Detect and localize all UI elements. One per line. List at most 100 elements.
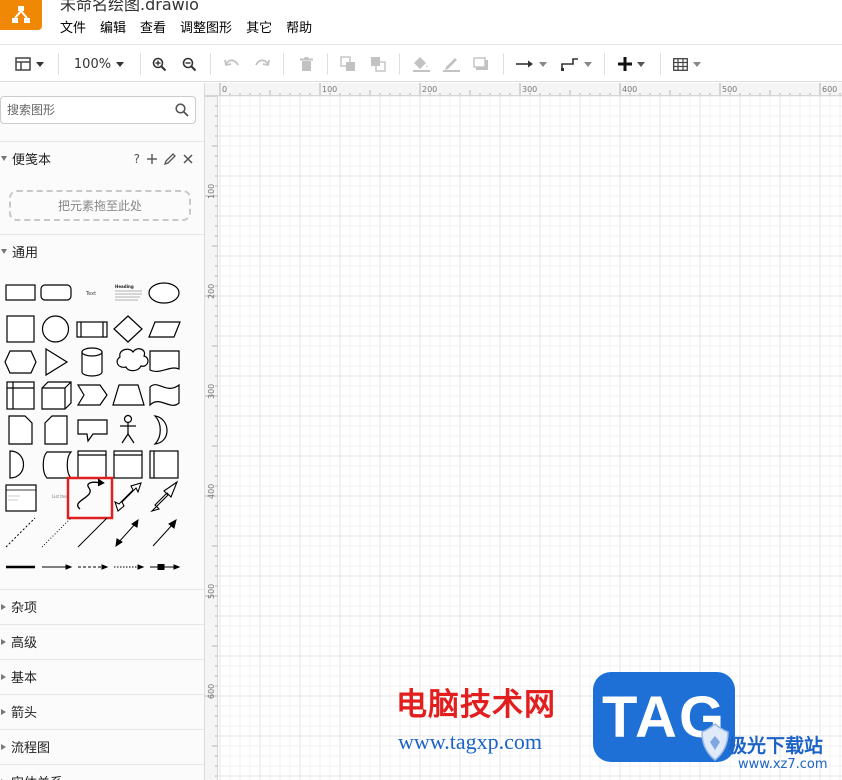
- toolbar: 100%: [0, 44, 842, 82]
- scratchpad-drop-zone[interactable]: 把元素拖至此处: [9, 190, 191, 221]
- ruler-left-label: 600: [207, 684, 216, 699]
- menu-extras[interactable]: 其它: [239, 20, 279, 38]
- shape-container[interactable]: [77, 450, 107, 479]
- section-entity-relation[interactable]: 实体关系: [0, 764, 204, 780]
- shape-text[interactable]: Text: [85, 291, 96, 297]
- drawio-logo[interactable]: [0, 0, 42, 30]
- shape-dashed-line[interactable]: [5, 517, 36, 548]
- shape-swimlane[interactable]: [113, 450, 143, 479]
- shape-card[interactable]: [44, 415, 68, 445]
- delete-button[interactable]: [295, 51, 317, 77]
- redo-button[interactable]: [251, 51, 273, 77]
- section-misc[interactable]: 杂项: [0, 589, 204, 623]
- shape-list[interactable]: [5, 484, 37, 512]
- menu-view[interactable]: 查看: [133, 20, 173, 38]
- shape-rounded-rectangle[interactable]: [40, 284, 72, 301]
- shape-dotted-line[interactable]: [41, 517, 72, 548]
- table-icon: [673, 57, 688, 71]
- insert-dropdown[interactable]: [612, 51, 650, 77]
- add-icon[interactable]: [147, 154, 157, 164]
- shadow-button[interactable]: [470, 51, 492, 77]
- ruler-top-label: 0: [222, 85, 227, 94]
- shape-line[interactable]: [77, 517, 108, 548]
- to-back-button[interactable]: [367, 51, 389, 77]
- shape-cylinder[interactable]: [81, 347, 103, 377]
- menu-help[interactable]: 帮助: [279, 20, 319, 38]
- menu-file[interactable]: 文件: [60, 20, 93, 38]
- shape-diamond[interactable]: [113, 315, 143, 343]
- shape-hexagon[interactable]: [4, 350, 37, 374]
- search-icon[interactable]: [175, 103, 189, 117]
- ruler-horizontal: 0 100 200 300 400 500 600: [205, 83, 842, 96]
- diagram-canvas[interactable]: 0 100 200 300 400 500 600 100 200 300 400 500 600: [205, 83, 842, 780]
- shape-textbox[interactable]: Heading: [115, 284, 142, 301]
- shape-cloud[interactable]: [116, 348, 149, 372]
- section-basic[interactable]: 基本: [0, 659, 204, 693]
- document-title[interactable]: 未命名绘图.drawio: [60, 0, 199, 15]
- edit-pencil-icon[interactable]: [164, 153, 176, 165]
- shape-dashed-arrow[interactable]: [78, 564, 109, 570]
- expand-arrow-icon: [1, 638, 6, 645]
- shape-sidebar: 便笺本 ? 把元素拖至此处 通用: [0, 83, 205, 780]
- table-dropdown[interactable]: [668, 51, 706, 77]
- section-arrows[interactable]: 箭头: [0, 694, 204, 728]
- search-box: [0, 96, 196, 124]
- zoom-dropdown[interactable]: 100%: [70, 51, 128, 77]
- shape-circle[interactable]: [41, 315, 70, 343]
- shape-directional-connector[interactable]: [152, 518, 177, 547]
- shape-vertical-container[interactable]: [149, 450, 179, 479]
- zoom-in-button[interactable]: [148, 51, 170, 77]
- search-input[interactable]: [7, 101, 167, 119]
- section-arrows-title: 箭头: [11, 706, 38, 721]
- canvas-grid[interactable]: [218, 96, 842, 780]
- shape-callout[interactable]: [77, 419, 108, 443]
- connection-style-dropdown[interactable]: [512, 51, 550, 77]
- section-general[interactable]: 通用: [0, 234, 204, 268]
- fill-color-button[interactable]: [410, 51, 432, 77]
- shape-parallelogram[interactable]: [148, 321, 181, 338]
- zoom-out-button[interactable]: [178, 51, 200, 77]
- waypoints-dropdown[interactable]: [558, 51, 594, 77]
- shape-or[interactable]: [153, 415, 168, 445]
- shape-stored-data[interactable]: [42, 451, 73, 479]
- undo-button[interactable]: [221, 51, 243, 77]
- shape-connector-arrow[interactable]: [42, 564, 73, 570]
- format-panel-button[interactable]: [12, 51, 46, 77]
- watermark-text: 电脑技术网: [396, 687, 556, 723]
- shape-bidirectional-connector[interactable]: [115, 518, 139, 548]
- shape-triangle[interactable]: [45, 347, 69, 377]
- shape-tape[interactable]: [149, 383, 180, 407]
- format-panel-icon: [14, 57, 31, 71]
- ruler-top-label: 400: [622, 85, 637, 94]
- shape-ellipse[interactable]: [148, 282, 180, 304]
- section-flowchart[interactable]: 流程图: [0, 729, 204, 763]
- shape-note[interactable]: [8, 415, 33, 445]
- shape-delay[interactable]: [9, 450, 25, 479]
- shape-labeled-connector[interactable]: [150, 564, 181, 570]
- shape-internal-storage[interactable]: [6, 381, 35, 410]
- shape-curve[interactable]: [66, 476, 114, 520]
- section-scratchpad[interactable]: 便笺本 ?: [0, 141, 204, 175]
- shape-process[interactable]: [76, 321, 108, 338]
- drawio-app: 未命名绘图.drawio 文件 编辑 查看 调整图形 其它 帮助 100% 搜索…: [0, 0, 842, 780]
- to-front-button[interactable]: [337, 51, 359, 77]
- section-entity-relation-title: 实体关系: [11, 772, 63, 780]
- shape-bidirectional-arrow[interactable]: [114, 482, 142, 512]
- shape-step[interactable]: [76, 384, 108, 406]
- shape-actor[interactable]: [120, 414, 136, 444]
- menu-arrange[interactable]: 调整图形: [173, 20, 239, 38]
- shape-dotted-arrow[interactable]: [114, 564, 145, 570]
- section-advanced[interactable]: 高级: [0, 624, 204, 658]
- shape-rectangle[interactable]: [5, 284, 36, 301]
- close-icon[interactable]: [183, 154, 193, 164]
- shape-document[interactable]: [149, 350, 180, 372]
- line-color-button[interactable]: [440, 51, 462, 77]
- shape-cube[interactable]: [41, 381, 72, 410]
- ruler-vertical: 100 200 300 400 500 600: [205, 96, 218, 780]
- menu-edit[interactable]: 编辑: [93, 20, 133, 38]
- shape-arrow[interactable]: [150, 480, 179, 513]
- scratchpad-help-button[interactable]: ?: [134, 152, 140, 166]
- shape-square[interactable]: [6, 315, 35, 343]
- scratchpad-tools: ?: [134, 152, 193, 166]
- shape-trapezoid[interactable]: [112, 384, 145, 406]
